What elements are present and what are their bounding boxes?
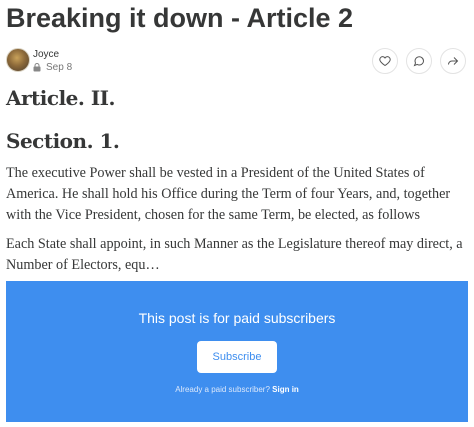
paywall-title: This post is for paid subscribers — [138, 310, 336, 326]
body-paragraph: The executive Power shall be vested in a… — [6, 165, 451, 223]
comment-button[interactable] — [406, 48, 432, 74]
post-date: Sep 8 — [46, 62, 73, 73]
post-title: Breaking it down - Article 2 — [6, 3, 354, 33]
subscribe-button[interactable]: Subscribe — [197, 341, 277, 373]
post-meta: Sep 8 — [33, 62, 72, 73]
author-name[interactable]: Joyce — [33, 49, 59, 60]
paywall-banner: This post is for paid subscribers Subscr… — [6, 281, 468, 422]
article-heading: Article. II. — [6, 86, 116, 110]
post-actions — [372, 48, 466, 74]
comment-icon — [413, 56, 425, 67]
heart-icon — [379, 56, 391, 67]
body-paragraph-truncated: Each State shall appoint, in such Manner… — [6, 236, 463, 273]
already-subscriber-text: Already a paid subscriber? — [175, 385, 270, 394]
lock-icon — [33, 63, 41, 72]
like-button[interactable] — [372, 48, 398, 74]
sign-in-link[interactable]: Sign in — [272, 385, 299, 394]
share-button[interactable] — [440, 48, 466, 74]
share-icon — [448, 57, 459, 65]
signin-prompt: Already a paid subscriber? Sign in — [6, 385, 468, 394]
section-heading: Section. 1. — [6, 129, 120, 153]
author-avatar[interactable] — [6, 48, 30, 72]
